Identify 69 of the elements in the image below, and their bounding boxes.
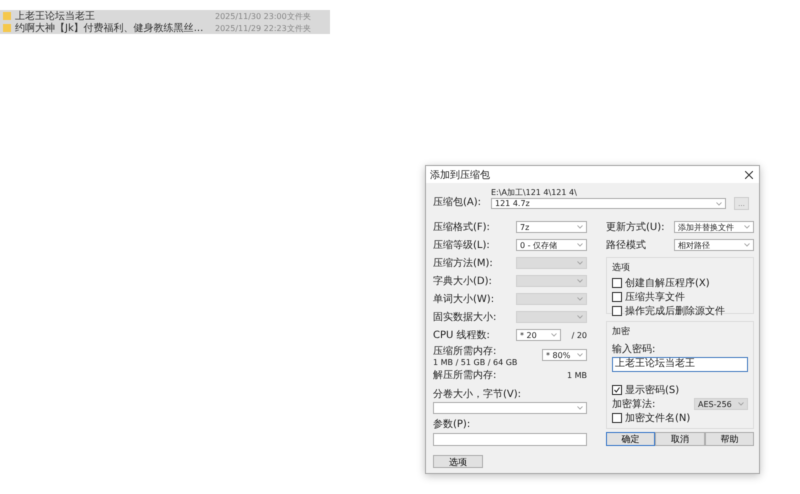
caret-icon [577, 243, 583, 247]
field-label: 压缩所需内存: [433, 344, 498, 358]
field-label: 分卷大小，字节(V): [433, 388, 522, 401]
path-text: E:\A加工\121 4\121 4\ [491, 187, 578, 197]
checkbox-label: 压缩共享文件 [625, 290, 685, 304]
checkbox[interactable] [612, 385, 622, 395]
group-title: 加密 [612, 326, 631, 338]
window-title: 添加到压缩包 [430, 168, 490, 182]
file-row[interactable]: 约啊大神【Jk】付费福利、健身教练黑丝... 2025/11/29 22:23文件夹 [0, 22, 330, 34]
memory-value: 1 MB [566, 370, 587, 380]
field-label: 输入密码: [612, 342, 656, 356]
file-name: 上老王论坛当老王 [15, 10, 96, 22]
caret-icon [577, 297, 583, 301]
caret-icon [577, 406, 583, 410]
thread-total: / 20 [572, 330, 587, 340]
caret-icon [744, 225, 750, 229]
caret-icon [577, 353, 583, 357]
field-label: 压缩格式(F): [433, 220, 491, 234]
checkbox[interactable] [612, 306, 622, 316]
dropdown[interactable]: AES-256 [694, 398, 748, 410]
checkbox-label: 创建自解压程序(X) [625, 276, 710, 290]
field-label: 参数(P): [433, 418, 472, 431]
checkbox[interactable] [612, 413, 622, 423]
dropdown[interactable]: * 80% [542, 349, 587, 361]
dropdown[interactable]: * 20 [516, 329, 561, 341]
options-button[interactable]: 选项 [433, 455, 483, 468]
field-label: 路径模式 [606, 238, 647, 252]
caret-icon [577, 261, 583, 265]
dropdown[interactable]: 7z [516, 221, 587, 233]
group-title: 选项 [612, 262, 631, 274]
field-label: 字典大小(D): [433, 274, 493, 288]
text-field[interactable] [433, 433, 587, 446]
checkbox-label: 操作完成后删除源文件 [625, 304, 725, 318]
field-label: 固实数据大小: [433, 310, 498, 324]
file-name: 约啊大神【Jk】付费福利、健身教练黑丝... [15, 22, 204, 35]
file-type: 文件夹 [287, 22, 311, 34]
memory-text: 1 MB / 51 GB / 64 GB [433, 358, 518, 366]
password-field[interactable]: 上老王论坛当老王 [612, 357, 748, 372]
dialog-button[interactable]: 帮助 [704, 432, 754, 446]
dialog-button[interactable]: 取消 [655, 432, 705, 446]
file-type: 文件夹 [287, 10, 311, 22]
field-label: 加密算法: [612, 398, 656, 411]
file-date: 2025/11/29 22:23 [215, 24, 287, 32]
file-date: 2025/11/30 23:00 [215, 12, 287, 20]
dropdown[interactable]: 添加并替换文件 [674, 221, 754, 233]
caret-icon [716, 202, 722, 206]
checkbox[interactable] [612, 278, 622, 288]
caret-icon [577, 279, 583, 283]
caret-icon [577, 315, 583, 319]
caret-icon [577, 225, 583, 229]
checkbox-label: 加密文件名(N) [625, 412, 690, 425]
checkbox[interactable] [612, 292, 622, 302]
caret-icon [744, 243, 750, 247]
dropdown[interactable]: 0 - 仅存储 [516, 239, 587, 251]
archive-combo[interactable]: 121 4.7z [491, 198, 726, 209]
file-row[interactable]: 上老王论坛当老王 2025/11/30 23:00文件夹 [0, 10, 330, 22]
field-label: 单词大小(W): [433, 292, 496, 306]
field-label: 压缩等级(L): [433, 238, 491, 252]
field-label: 压缩包(A): [433, 196, 482, 209]
field-label: CPU 线程数: [433, 328, 491, 342]
checkbox-label: 显示密码(S) [625, 384, 680, 397]
close-icon[interactable] [745, 170, 753, 178]
dialog-button[interactable]: 确定 [606, 432, 656, 446]
caret-icon [738, 402, 744, 406]
field-label: 压缩方法(M): [433, 256, 494, 270]
caret-icon [551, 333, 557, 337]
field-label: 解压所需内存: [433, 368, 498, 382]
dropdown[interactable]: 相对路径 [674, 239, 754, 251]
field-label: 更新方式(U): [606, 220, 666, 234]
